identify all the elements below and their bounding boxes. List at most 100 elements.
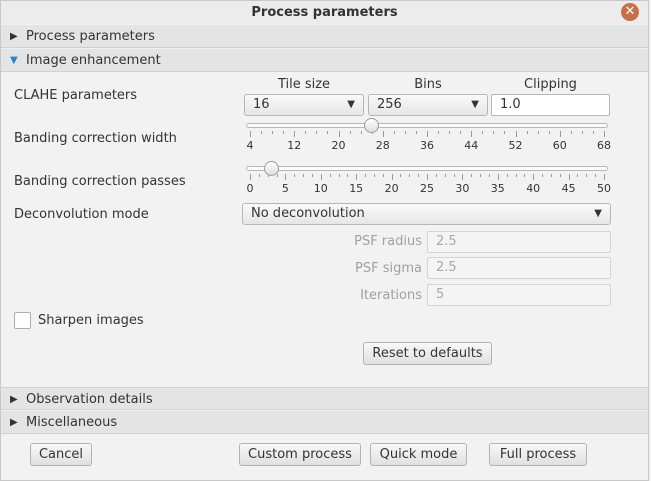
- custom-process-button[interactable]: Custom process: [239, 443, 361, 466]
- banding-passes-tick-label: 15: [349, 182, 364, 195]
- deconvolution-value: No deconvolution: [251, 206, 365, 221]
- banding-passes-minor-tick: [303, 174, 305, 177]
- banding-width-minor-tick: [460, 131, 462, 134]
- banding-passes-minor-tick: [453, 174, 455, 177]
- banding-width-tick-label: 28: [375, 139, 390, 152]
- banding-width-minor-tick: [570, 131, 572, 134]
- banding-passes-minor-tick: [400, 174, 402, 177]
- banding-width-minor-tick: [548, 131, 550, 134]
- banding-passes-tick-label: 50: [597, 182, 611, 195]
- banding-width-minor-tick: [581, 131, 583, 134]
- banding-width-label: Banding correction width: [14, 131, 177, 146]
- section-process-parameters[interactable]: ▶ Process parameters: [1, 25, 648, 48]
- banding-passes-major-tick: [285, 174, 287, 180]
- banding-width-minor-tick: [261, 131, 263, 134]
- banding-width-minor-tick: [316, 131, 318, 134]
- banding-width-tick-label: 52: [508, 139, 523, 152]
- banding-passes-minor-tick: [338, 174, 340, 177]
- banding-passes-minor-tick: [258, 174, 260, 177]
- bins-value: 256: [377, 97, 402, 112]
- banding-passes-tick-label: 0: [246, 182, 254, 195]
- expand-arrow-icon: ▶: [10, 31, 18, 42]
- section-miscellaneous[interactable]: ▶ Miscellaneous: [1, 411, 648, 434]
- banding-width-major-tick: [559, 131, 561, 137]
- section-observation-details[interactable]: ▶ Observation details: [1, 387, 648, 410]
- section-label: Process parameters: [26, 29, 155, 44]
- banding-width-major-tick: [382, 131, 384, 137]
- banding-width-slider[interactable]: 4 12 20 28 36 44 52 60 68: [244, 118, 611, 158]
- cancel-button[interactable]: Cancel: [30, 443, 92, 466]
- section-image-enhancement[interactable]: ▼ Image enhancement: [1, 49, 648, 72]
- sharpen-checkbox[interactable]: [14, 312, 31, 329]
- banding-width-minor-tick: [526, 131, 528, 134]
- banding-passes-tick-label: 35: [490, 182, 505, 195]
- banding-passes-minor-tick: [577, 174, 579, 177]
- iterations-label: Iterations: [360, 288, 422, 303]
- banding-passes-thumb[interactable]: [263, 161, 279, 176]
- clipping-input[interactable]: 1.0: [491, 94, 610, 116]
- deconvolution-select[interactable]: No deconvolution ▼: [242, 203, 611, 225]
- banding-width-minor-tick: [449, 131, 451, 134]
- banding-passes-minor-tick: [524, 174, 526, 177]
- banding-passes-minor-tick: [515, 174, 517, 177]
- banding-passes-slider[interactable]: 0 5 10 15 20 25 30 35 40 45 50: [244, 161, 611, 201]
- banding-width-major-tick: [294, 131, 296, 137]
- chevron-down-icon: ▼: [594, 208, 602, 219]
- banding-width-minor-tick: [283, 131, 285, 134]
- banding-width-thumb[interactable]: [364, 118, 380, 133]
- banding-width-tick-label: 12: [287, 139, 302, 152]
- banding-passes-minor-tick: [294, 174, 296, 177]
- banding-passes-minor-tick: [550, 174, 552, 177]
- tile-size-select[interactable]: 16 ▼: [244, 94, 364, 116]
- banding-passes-minor-tick: [329, 174, 331, 177]
- banding-passes-major-tick: [497, 174, 499, 180]
- banding-width-minor-tick: [393, 131, 395, 134]
- banding-passes-major-tick: [533, 174, 535, 180]
- psf-sigma-input[interactable]: 2.5: [427, 257, 611, 279]
- banding-width-major-tick: [471, 131, 473, 137]
- collapse-arrow-icon: ▼: [10, 55, 18, 66]
- banding-width-minor-tick: [493, 131, 495, 134]
- banding-passes-major-tick: [391, 174, 393, 180]
- close-icon[interactable]: ✕: [621, 3, 639, 21]
- banding-passes-tick-label: 20: [384, 182, 399, 195]
- bins-select[interactable]: 256 ▼: [368, 94, 488, 116]
- banding-width-minor-tick: [415, 131, 417, 134]
- banding-passes-minor-tick: [542, 174, 544, 177]
- banding-width-tick-label: 36: [420, 139, 434, 152]
- expand-arrow-icon: ▶: [10, 417, 18, 428]
- banding-width-major-tick: [604, 131, 605, 137]
- banding-passes-major-tick: [356, 174, 358, 180]
- psf-radius-input[interactable]: 2.5: [427, 231, 611, 253]
- iterations-input[interactable]: 5: [427, 284, 611, 306]
- tile-size-value: 16: [253, 97, 270, 112]
- banding-passes-minor-tick: [435, 174, 437, 177]
- banding-width-minor-tick: [537, 131, 539, 134]
- full-process-button[interactable]: Full process: [489, 443, 587, 466]
- chevron-down-icon: ▼: [347, 99, 355, 110]
- banding-width-minor-tick: [438, 131, 440, 134]
- banding-width-tick-label: 4: [246, 139, 254, 152]
- quick-mode-button[interactable]: Quick mode: [370, 443, 467, 466]
- deconvolution-label: Deconvolution mode: [14, 207, 149, 222]
- banding-width-minor-tick: [305, 131, 307, 134]
- section-label: Image enhancement: [26, 53, 161, 68]
- banding-width-tick-label: 20: [331, 139, 346, 152]
- banding-passes-minor-tick: [373, 174, 375, 177]
- banding-passes-tick-label: 40: [526, 182, 541, 195]
- banding-passes-minor-tick: [444, 174, 446, 177]
- banding-width-track[interactable]: [246, 123, 608, 128]
- reset-defaults-button[interactable]: Reset to defaults: [363, 342, 492, 365]
- banding-passes-major-tick: [462, 174, 464, 180]
- banding-width-major-tick: [515, 131, 517, 137]
- banding-passes-major-tick: [250, 174, 251, 180]
- bins-header: Bins: [414, 77, 442, 92]
- tile-size-header: Tile size: [277, 77, 331, 92]
- banding-width-minor-tick: [404, 131, 406, 134]
- banding-passes-track[interactable]: [246, 166, 608, 171]
- section-label: Miscellaneous: [26, 415, 118, 430]
- banding-width-minor-tick: [327, 131, 329, 134]
- banding-passes-major-tick: [568, 174, 570, 180]
- banding-passes-minor-tick: [276, 174, 278, 177]
- expand-arrow-icon: ▶: [10, 394, 18, 405]
